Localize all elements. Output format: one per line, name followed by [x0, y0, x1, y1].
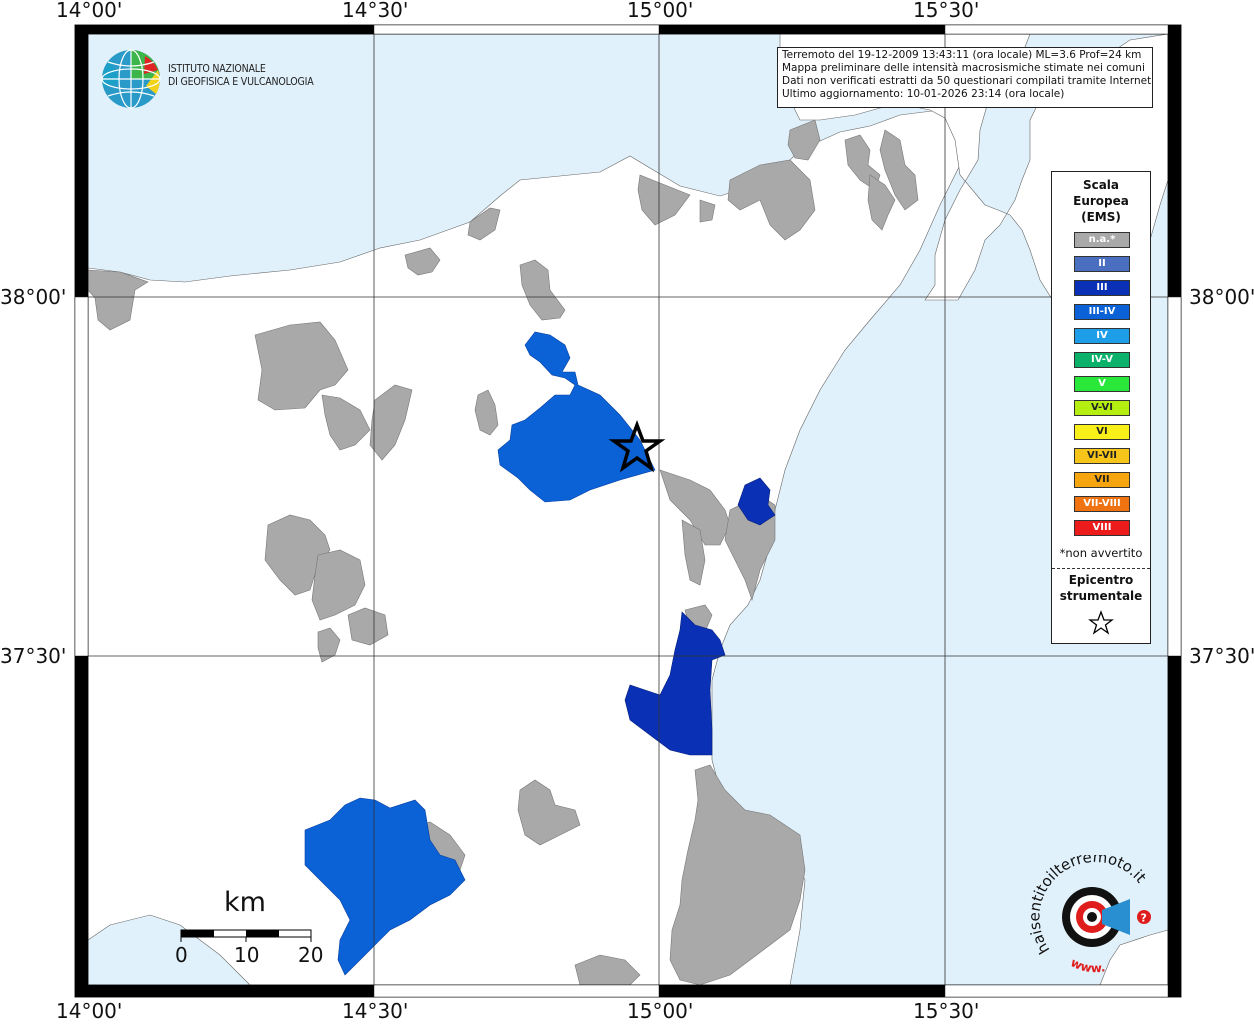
- hsit-www: www.: [1068, 955, 1106, 975]
- ingv-line1: ISTITUTO NAZIONALE: [168, 63, 266, 75]
- hsit-logo: ? haisentitoilterremoto.it www.: [1025, 848, 1170, 975]
- scale-label-20: 20: [298, 943, 324, 967]
- legend-item: II: [1074, 256, 1130, 272]
- ingv-globe-icon: [101, 49, 161, 109]
- ingv-logo: ISTITUTO NAZIONALE DI GEOFISICA E VULCAN…: [100, 48, 330, 110]
- legend-title: Scala Europea (EMS): [1052, 177, 1150, 225]
- legend-item: V-VI: [1074, 400, 1130, 416]
- lat-tick-left-1: 38°00': [0, 285, 67, 309]
- event-info-box: Terremoto del 19-12-2009 13:43:11 (ora l…: [777, 47, 1153, 108]
- legend-item: VIII: [1074, 520, 1130, 536]
- event-info-line4: Ultimo aggiornamento: 10-01-2026 23:14 (…: [782, 88, 1065, 100]
- lon-tick-bottom-4: 15°30': [913, 999, 980, 1023]
- hsit-question-mark: ?: [1141, 912, 1147, 925]
- legend-item: IV: [1074, 328, 1130, 344]
- legend-star-icon: [1088, 610, 1114, 635]
- scale-unit: km: [224, 887, 266, 918]
- legend-item: VI-VII: [1074, 448, 1130, 464]
- legend-item: n.a.*: [1074, 232, 1130, 248]
- lat-tick-right-1: 38°00': [1189, 285, 1254, 309]
- legend-note: *non avvertito: [1059, 546, 1143, 560]
- lat-tick-right-2: 37°30': [1189, 644, 1254, 668]
- legend-item: V: [1074, 376, 1130, 392]
- legend-item: IV-V: [1074, 352, 1130, 368]
- ingv-name: ISTITUTO NAZIONALE DI GEOFISICA E VULCAN…: [168, 63, 314, 89]
- scale-label-10: 10: [234, 943, 260, 967]
- legend-item: III-IV: [1074, 304, 1130, 320]
- lon-tick-bottom-3: 15°00': [627, 999, 694, 1023]
- legend-divider: [1052, 568, 1150, 569]
- legend-item: VII: [1074, 472, 1130, 488]
- legend-epi-line1: Epicentro: [1068, 573, 1134, 587]
- lon-tick-top-2: 14°30': [342, 0, 409, 22]
- ingv-line2: DI GEOFISICA E VULCANOLOGIA: [168, 76, 314, 88]
- legend-title-line3: (EMS): [1081, 210, 1121, 224]
- lon-tick-top-3: 15°00': [627, 0, 694, 22]
- legend-epi-line2: strumentale: [1059, 589, 1143, 603]
- legend-title-line1: Scala: [1082, 178, 1120, 192]
- lat-tick-left-2: 37°30': [0, 644, 67, 668]
- lon-tick-top-4: 15°30': [913, 0, 980, 22]
- legend-item: III: [1074, 280, 1130, 296]
- scale-label-0: 0: [175, 943, 188, 967]
- legend-item: VI: [1074, 424, 1130, 440]
- lon-tick-top-1: 14°00': [56, 0, 123, 22]
- legend-item: VII-VIII: [1074, 496, 1130, 512]
- legend-title-line2: Europea: [1073, 194, 1129, 208]
- legend-epicenter-label: Epicentro strumentale: [1052, 572, 1150, 604]
- lon-tick-bottom-2: 14°30': [342, 999, 409, 1023]
- lon-tick-bottom-1: 14°00': [56, 999, 123, 1023]
- ems-legend: Scala Europea (EMS) n.a.* II III III-IV IV IV…: [1051, 171, 1151, 644]
